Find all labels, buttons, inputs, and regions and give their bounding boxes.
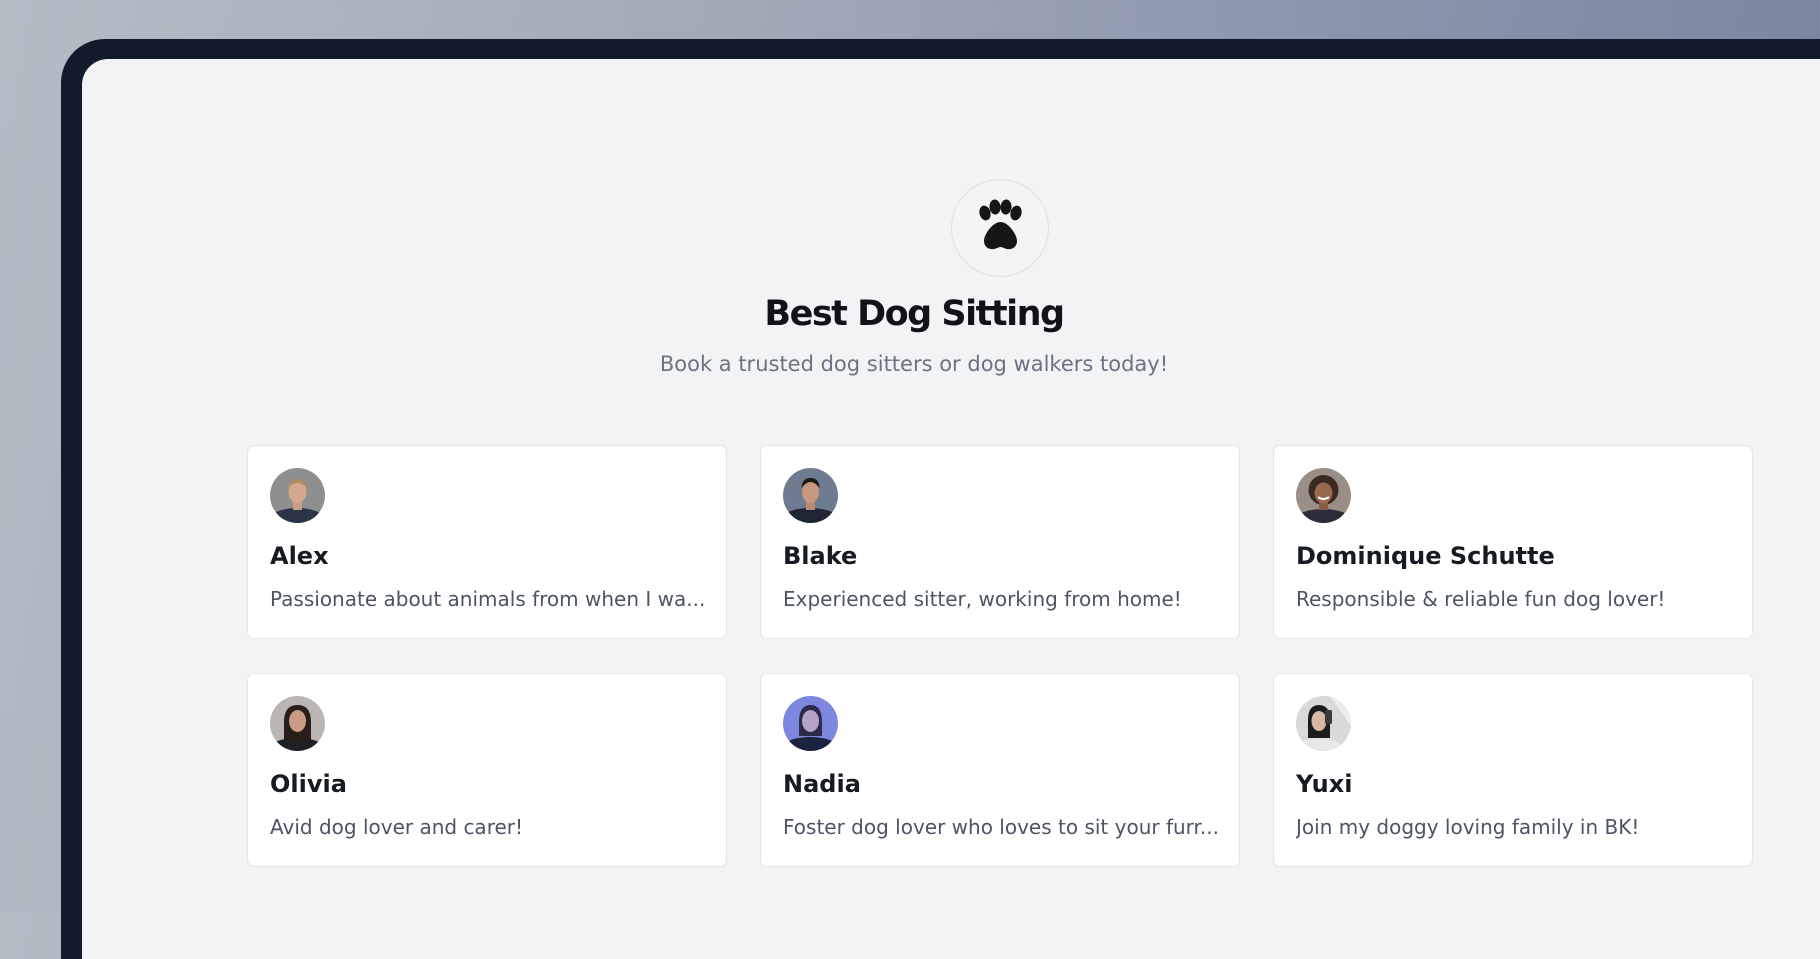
sitter-description: Avid dog lover and carer! [270,815,524,839]
avatar [783,696,838,751]
page-subtitle: Book a trusted dog sitters or dog walker… [659,352,1169,376]
sitter-description: Responsible & reliable fun dog lover! [1296,587,1666,611]
app-screen: Best Dog Sitting Book a trusted dog sitt… [82,59,1820,959]
avatar [270,696,325,751]
page-title: Best Dog Sitting [764,294,1065,334]
sitter-name: Alex [270,542,329,570]
sitter-card-dominique-schutte[interactable]: Dominique Schutte Responsible & reliable… [1273,445,1753,639]
avatar [270,468,325,523]
sitter-description: Passionate about animals from when I wa.… [270,587,706,611]
avatar [1296,696,1351,751]
sitter-card-olivia[interactable]: Olivia Avid dog lover and carer! [247,673,727,867]
sitter-card-blake[interactable]: Blake Experienced sitter, working from h… [760,445,1240,639]
sitter-description: Foster dog lover who loves to sit your f… [783,815,1219,839]
sitter-card-yuxi[interactable]: Yuxi Join my doggy loving family in BK! [1273,673,1753,867]
sitter-name: Dominique Schutte [1296,542,1555,570]
sitter-name: Olivia [270,770,347,798]
avatar [783,468,838,523]
sitter-name: Nadia [783,770,861,798]
sitter-card-alex[interactable]: Alex Passionate about animals from when … [247,445,727,639]
sitter-name: Blake [783,542,858,570]
sitter-name: Yuxi [1296,770,1353,798]
sitter-card-nadia[interactable]: Nadia Foster dog lover who loves to sit … [760,673,1240,867]
paw-icon [951,179,1049,277]
sitter-description: Join my doggy loving family in BK! [1296,815,1640,839]
avatar [1296,468,1351,523]
sitter-description: Experienced sitter, working from home! [783,587,1182,611]
